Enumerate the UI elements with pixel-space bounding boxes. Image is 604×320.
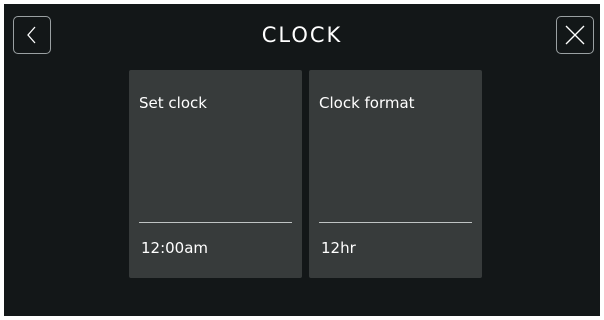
card-divider xyxy=(319,222,472,223)
card-value: 12:00am xyxy=(141,239,209,257)
card-divider xyxy=(139,222,292,223)
card-label: Set clock xyxy=(139,94,207,112)
card-value: 12hr xyxy=(321,239,356,257)
page-title: CLOCK xyxy=(261,23,343,47)
clock-format-card[interactable]: Clock format 12hr xyxy=(309,70,482,278)
clock-screen: CLOCK Set clock 12:00am Clock format 12h… xyxy=(4,4,600,316)
card-label: Clock format xyxy=(319,94,415,112)
set-clock-card[interactable]: Set clock 12:00am xyxy=(129,70,302,278)
close-button[interactable] xyxy=(556,16,594,54)
close-icon xyxy=(564,24,586,46)
